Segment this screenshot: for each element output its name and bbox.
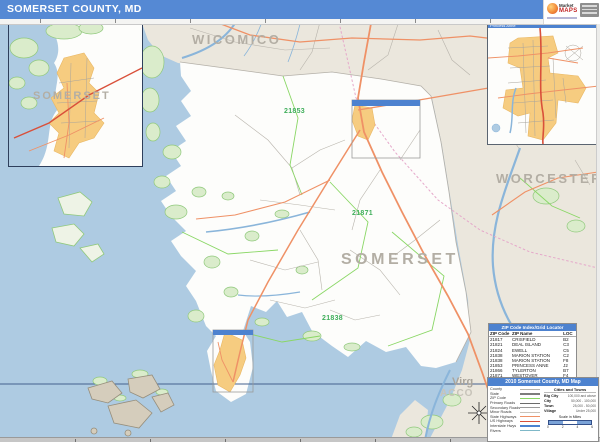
label-somerset-county: SOMERSET [341, 251, 459, 269]
us-highway-swatch [520, 421, 540, 422]
label-virginia: Virg [452, 376, 473, 388]
legend-cities-column: Cities and Towns Big City 100,000 and ab… [544, 387, 596, 429]
zip-table-row: 21821 DEAL ISLAND C3 [489, 342, 576, 347]
primary-road-swatch [520, 403, 540, 404]
label-zip-21838: 21838 [322, 315, 343, 322]
legend-item: Rivers [490, 428, 542, 433]
logo-tagline-bar [547, 17, 577, 19]
state-highway-swatch [520, 416, 540, 417]
river-swatch [520, 430, 540, 431]
interstate-swatch [520, 425, 540, 427]
map-ruler-right [596, 24, 600, 437]
city-size-row: Village Under 25,000 [544, 408, 596, 413]
legend-title: 2010 Somerset County, MD Map [488, 378, 598, 386]
minor-road-swatch [520, 412, 540, 413]
legend-symbols-column: County State ZIP Code Primary Roads Seco… [490, 387, 542, 433]
label-wicomico-county: WICOMICO [192, 32, 281, 47]
logo-brand-bottom: MAPS [559, 8, 578, 14]
title-banner: SOMERSET COUNTY, MD [0, 0, 600, 19]
logo-sun-icon [547, 3, 558, 14]
zip-index-table: ZIP Code Index/Grid Locator ZIP Code ZIP… [488, 323, 577, 380]
scale-ticks: 0 2 4 6 [547, 425, 593, 429]
map-poster: WICOMICO WORCESTER SOMERSET 21853 21871 … [0, 0, 600, 442]
zip-table-title: ZIP Code Index/Grid Locator [489, 324, 576, 331]
secondary-road-swatch [520, 407, 540, 408]
county-line-swatch [520, 389, 540, 390]
city-size-row: Big City 100,000 and above [544, 393, 596, 398]
zip-line-swatch [520, 398, 540, 399]
scale-label: Scale in Miles [544, 415, 596, 419]
label-zip-21853: 21853 [284, 108, 305, 115]
inset-map-crisfield: Crisfield SOMERSET [8, 17, 143, 167]
label-accomack: ACCO [440, 388, 473, 399]
inset-princess-anne-graphic [488, 28, 599, 144]
logo-text-block [580, 3, 599, 17]
map-ruler-top [0, 19, 600, 25]
inset-map-princess-anne: Princess Anne [487, 22, 600, 145]
map-legend: 2010 Somerset County, MD Map County Stat… [487, 377, 599, 442]
label-worcester-county: WORCESTER [496, 171, 600, 186]
inset-crisfield-somerset-label: SOMERSET [33, 90, 111, 102]
label-zip-21871: 21871 [352, 210, 373, 217]
col-zip-code: ZIP Code [489, 331, 511, 337]
state-line-swatch [520, 393, 540, 395]
publisher-logo: Market MAPS [543, 0, 600, 24]
map-title: SOMERSET COUNTY, MD [7, 3, 142, 15]
